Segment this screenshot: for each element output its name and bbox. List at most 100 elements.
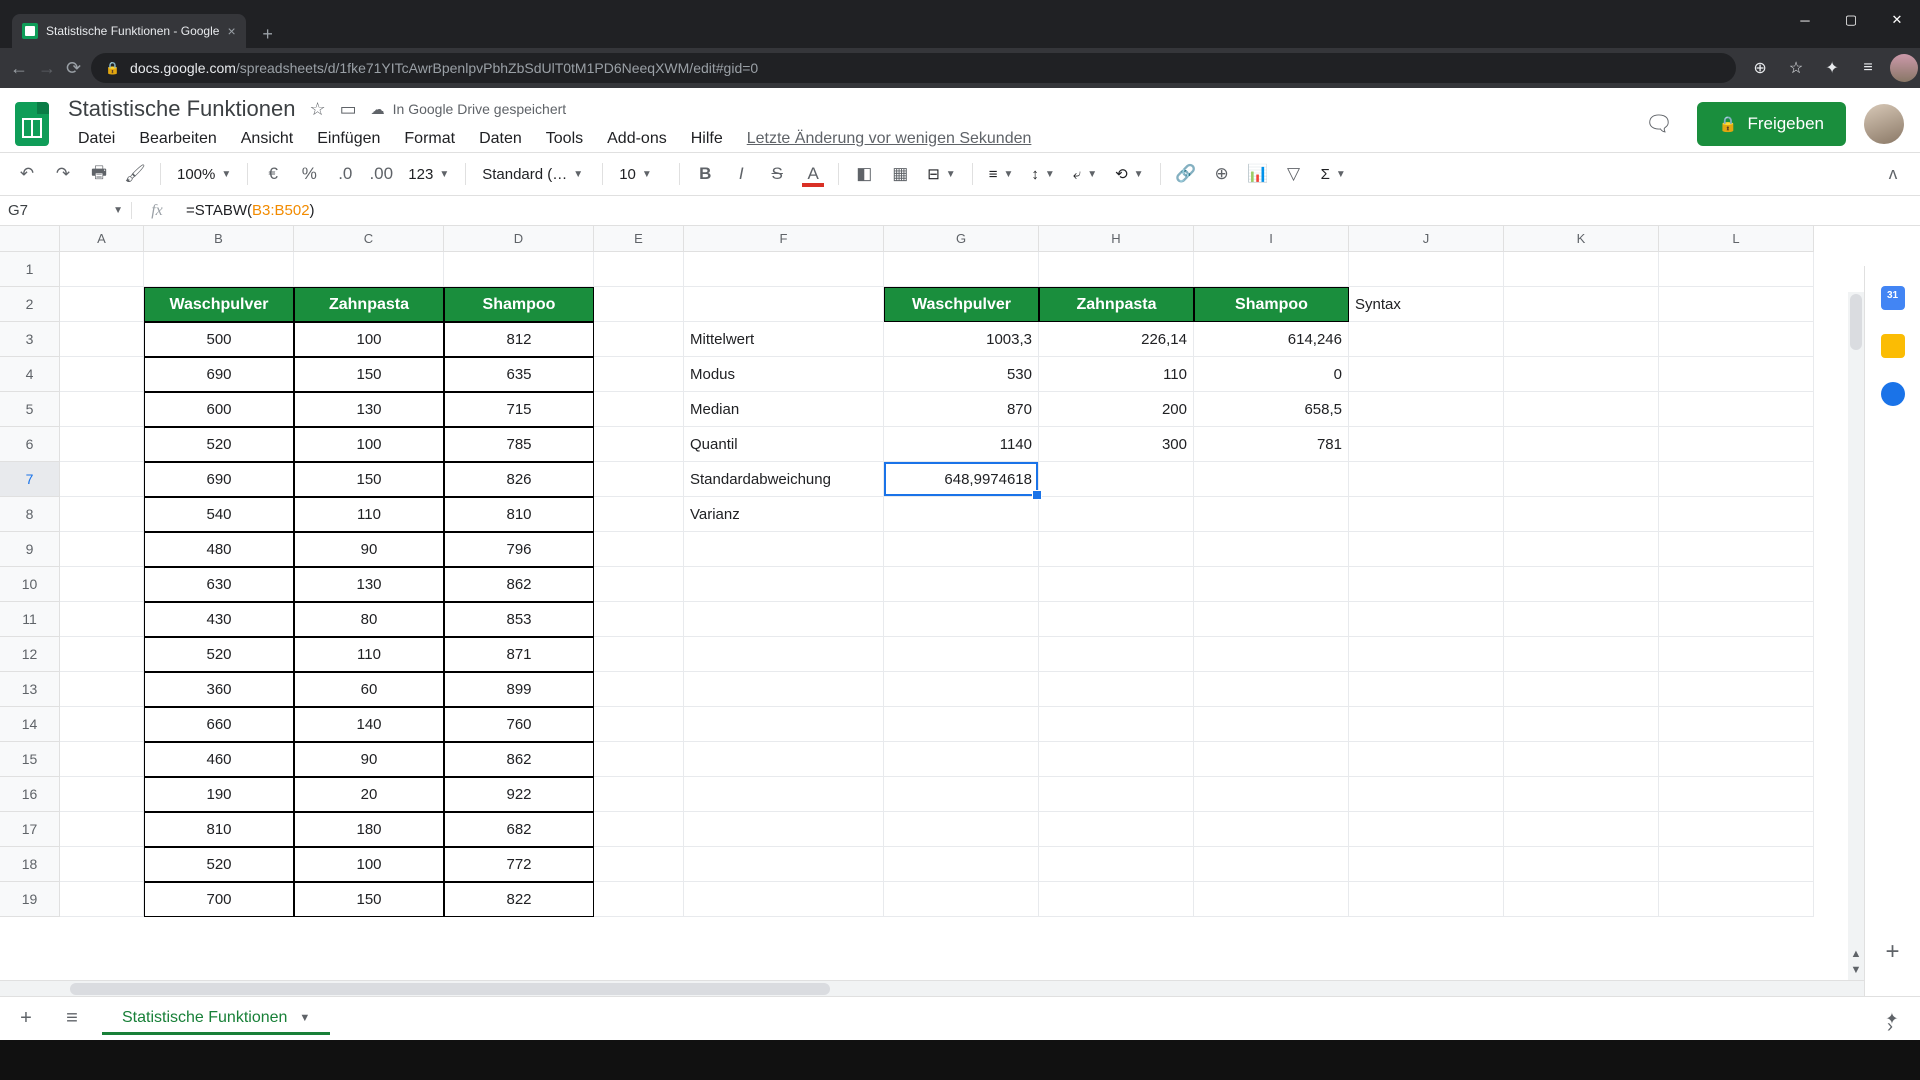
cell-A4[interactable] xyxy=(60,357,144,392)
side-panel-collapse[interactable]: › xyxy=(1874,1010,1906,1042)
cell-K13[interactable] xyxy=(1504,672,1659,707)
profile-avatar[interactable] xyxy=(1890,54,1918,82)
cell-H7[interactable] xyxy=(1039,462,1194,497)
cell-H11[interactable] xyxy=(1039,602,1194,637)
cell-D19[interactable]: 822 xyxy=(444,882,594,917)
star-icon[interactable]: ☆ xyxy=(309,99,325,120)
undo-button[interactable]: ↶ xyxy=(10,158,44,190)
cell-K7[interactable] xyxy=(1504,462,1659,497)
cell-E12[interactable] xyxy=(594,637,684,672)
cell-C7[interactable]: 150 xyxy=(294,462,444,497)
cell-C13[interactable]: 60 xyxy=(294,672,444,707)
cell-L4[interactable] xyxy=(1659,357,1814,392)
cell-H5[interactable]: 200 xyxy=(1039,392,1194,427)
cell-F18[interactable] xyxy=(684,847,884,882)
cell-I1[interactable] xyxy=(1194,252,1349,287)
cell-A10[interactable] xyxy=(60,567,144,602)
row-header-19[interactable]: 19 xyxy=(0,882,60,917)
cell-H10[interactable] xyxy=(1039,567,1194,602)
cell-A3[interactable] xyxy=(60,322,144,357)
cell-D10[interactable]: 862 xyxy=(444,567,594,602)
cell-I18[interactable] xyxy=(1194,847,1349,882)
col-header-J[interactable]: J xyxy=(1349,226,1504,252)
share-button[interactable]: 🔒 Freigeben xyxy=(1697,102,1846,146)
cell-C11[interactable]: 80 xyxy=(294,602,444,637)
cell-K17[interactable] xyxy=(1504,812,1659,847)
cell-B4[interactable]: 690 xyxy=(144,357,294,392)
strike-button[interactable]: S xyxy=(760,158,794,190)
menu-addons[interactable]: Add-ons xyxy=(597,126,677,152)
cell-A8[interactable] xyxy=(60,497,144,532)
url-input[interactable]: 🔒 docs.google.com/spreadsheets/d/1fke71Y… xyxy=(91,53,1736,83)
cell-J18[interactable] xyxy=(1349,847,1504,882)
browser-tab[interactable]: Statistische Funktionen - Google × xyxy=(12,14,246,48)
cell-B6[interactable]: 520 xyxy=(144,427,294,462)
cell-I3[interactable]: 614,246 xyxy=(1194,322,1349,357)
row-header-1[interactable]: 1 xyxy=(0,252,60,287)
cell-K3[interactable] xyxy=(1504,322,1659,357)
cell-I4[interactable]: 0 xyxy=(1194,357,1349,392)
cell-A17[interactable] xyxy=(60,812,144,847)
cell-B5[interactable]: 600 xyxy=(144,392,294,427)
menu-datei[interactable]: Datei xyxy=(68,126,125,152)
cell-B17[interactable]: 810 xyxy=(144,812,294,847)
cell-J2[interactable]: Syntax xyxy=(1349,287,1504,322)
cell-L2[interactable] xyxy=(1659,287,1814,322)
cell-F17[interactable] xyxy=(684,812,884,847)
cell-D18[interactable]: 772 xyxy=(444,847,594,882)
cell-H2[interactable]: Zahnpasta xyxy=(1039,287,1194,322)
cell-C5[interactable]: 130 xyxy=(294,392,444,427)
cell-E17[interactable] xyxy=(594,812,684,847)
cell-D14[interactable]: 760 xyxy=(444,707,594,742)
cell-J9[interactable] xyxy=(1349,532,1504,567)
cell-F4[interactable]: Modus xyxy=(684,357,884,392)
zoom-select[interactable]: 100%▼ xyxy=(169,166,239,183)
name-box[interactable]: G7 ▼ xyxy=(0,202,132,219)
cell-D17[interactable]: 682 xyxy=(444,812,594,847)
row-header-9[interactable]: 9 xyxy=(0,532,60,567)
cell-G5[interactable]: 870 xyxy=(884,392,1039,427)
cell-L14[interactable] xyxy=(1659,707,1814,742)
valign-button[interactable]: ↕▼ xyxy=(1023,166,1062,183)
cell-L17[interactable] xyxy=(1659,812,1814,847)
addons-plus-icon[interactable]: + xyxy=(1885,938,1899,966)
cell-E5[interactable] xyxy=(594,392,684,427)
cell-F10[interactable] xyxy=(684,567,884,602)
cell-K16[interactable] xyxy=(1504,777,1659,812)
row-header-11[interactable]: 11 xyxy=(0,602,60,637)
cell-L13[interactable] xyxy=(1659,672,1814,707)
cell-C4[interactable]: 150 xyxy=(294,357,444,392)
redo-button[interactable]: ↷ xyxy=(46,158,80,190)
cell-E18[interactable] xyxy=(594,847,684,882)
cell-A12[interactable] xyxy=(60,637,144,672)
cell-K11[interactable] xyxy=(1504,602,1659,637)
cell-L7[interactable] xyxy=(1659,462,1814,497)
col-header-F[interactable]: F xyxy=(684,226,884,252)
cell-B13[interactable]: 360 xyxy=(144,672,294,707)
cell-F8[interactable]: Varianz xyxy=(684,497,884,532)
cell-H6[interactable]: 300 xyxy=(1039,427,1194,462)
extensions-icon[interactable]: ✦ xyxy=(1818,54,1846,82)
cell-J3[interactable] xyxy=(1349,322,1504,357)
cell-B9[interactable]: 480 xyxy=(144,532,294,567)
col-header-I[interactable]: I xyxy=(1194,226,1349,252)
cell-F14[interactable] xyxy=(684,707,884,742)
cell-K8[interactable] xyxy=(1504,497,1659,532)
cell-I12[interactable] xyxy=(1194,637,1349,672)
row-header-16[interactable]: 16 xyxy=(0,777,60,812)
cell-D8[interactable]: 810 xyxy=(444,497,594,532)
window-close[interactable]: ✕ xyxy=(1874,0,1920,40)
cell-H18[interactable] xyxy=(1039,847,1194,882)
menu-format[interactable]: Format xyxy=(394,126,465,152)
decrease-decimal-button[interactable]: .0 xyxy=(328,158,362,190)
cell-L19[interactable] xyxy=(1659,882,1814,917)
cell-C8[interactable]: 110 xyxy=(294,497,444,532)
rotate-button[interactable]: ⟲▼ xyxy=(1107,165,1151,183)
cell-L3[interactable] xyxy=(1659,322,1814,357)
row-header-3[interactable]: 3 xyxy=(0,322,60,357)
cell-A7[interactable] xyxy=(60,462,144,497)
cell-I6[interactable]: 781 xyxy=(1194,427,1349,462)
cell-L15[interactable] xyxy=(1659,742,1814,777)
increase-decimal-button[interactable]: .00 xyxy=(364,158,398,190)
cell-E1[interactable] xyxy=(594,252,684,287)
